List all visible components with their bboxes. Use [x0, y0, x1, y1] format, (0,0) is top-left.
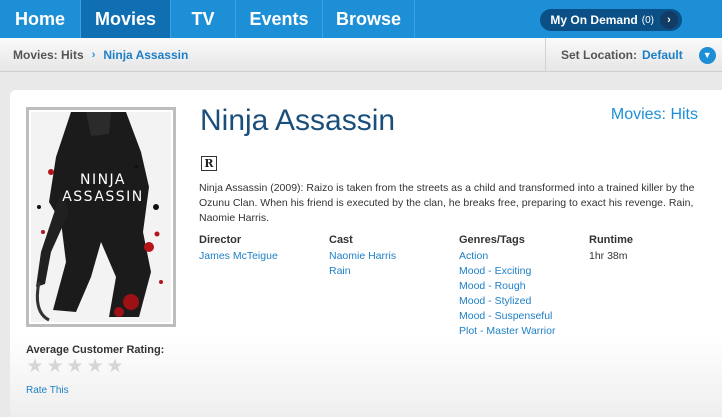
director-header: Director: [199, 234, 242, 246]
genres-header: Genres/Tags: [459, 234, 525, 246]
star-icon[interactable]: ★: [46, 357, 64, 376]
poster-title-line1: NINJA: [80, 172, 126, 188]
tab-home[interactable]: Home: [0, 0, 81, 38]
director-link[interactable]: James McTeigue: [199, 249, 278, 264]
star-rating[interactable]: ★ ★ ★ ★ ★: [26, 357, 124, 376]
cast-column: Cast Naomie Harris Rain: [329, 234, 396, 279]
my-on-demand-count: (0): [641, 14, 654, 26]
set-location-label: Set Location:: [561, 48, 638, 62]
genre-link[interactable]: Action: [459, 249, 555, 264]
movie-poster[interactable]: NINJA ASSASSIN: [31, 112, 171, 322]
tab-tv[interactable]: TV: [171, 0, 236, 38]
cast-header: Cast: [329, 234, 353, 246]
location-value[interactable]: Default: [642, 48, 683, 62]
chevron-right-icon: ›: [660, 11, 678, 29]
tab-browse[interactable]: Browse: [323, 0, 415, 38]
movie-title: Ninja Assassin: [200, 104, 396, 137]
movie-description: Ninja Assassin (2009): Raizo is taken fr…: [199, 182, 695, 224]
set-location[interactable]: Set Location: Default ▼: [545, 38, 716, 72]
movie-detail-card: NINJA ASSASSIN Average Customer Rating: …: [10, 90, 722, 417]
rating-label: Average Customer Rating:: [26, 344, 165, 356]
poster-frame: NINJA ASSASSIN: [26, 107, 176, 327]
poster-title-line2: ASSASSIN: [62, 189, 144, 205]
poster-artwork: NINJA ASSASSIN: [31, 112, 171, 322]
runtime-value: 1hr 38m: [589, 250, 628, 262]
cast-link[interactable]: Rain: [329, 264, 396, 279]
rating-badge: R: [201, 156, 217, 171]
breadcrumb: Movies: Hits › Ninja Assassin Set Locati…: [0, 38, 722, 72]
genre-link[interactable]: Mood - Suspenseful: [459, 309, 555, 324]
genre-link[interactable]: Mood - Rough: [459, 279, 555, 294]
breadcrumb-current: Ninja Assassin: [103, 47, 189, 62]
genre-link[interactable]: Mood - Exciting: [459, 264, 555, 279]
runtime-column: Runtime 1hr 38m: [589, 234, 633, 264]
tab-events[interactable]: Events: [236, 0, 323, 38]
director-column: Director James McTeigue: [199, 234, 278, 264]
genre-link[interactable]: Plot - Master Warrior: [459, 324, 555, 339]
rate-this-link[interactable]: Rate This: [26, 385, 69, 396]
top-navigation: Home Movies TV Events Browse My On Deman…: [0, 0, 722, 38]
star-icon[interactable]: ★: [86, 357, 104, 376]
cast-link[interactable]: Naomie Harris: [329, 249, 396, 264]
tab-movies[interactable]: Movies: [81, 0, 171, 38]
breadcrumb-chevron-icon: ›: [91, 48, 96, 61]
breadcrumb-movies-hits[interactable]: Movies: Hits: [0, 48, 84, 62]
my-on-demand-button[interactable]: My On Demand (0) ›: [540, 9, 682, 31]
star-icon[interactable]: ★: [66, 357, 84, 376]
runtime-header: Runtime: [589, 234, 633, 246]
genre-link[interactable]: Mood - Stylized: [459, 294, 555, 309]
star-icon[interactable]: ★: [106, 357, 124, 376]
genres-column: Genres/Tags Action Mood - Exciting Mood …: [459, 234, 555, 339]
star-icon[interactable]: ★: [26, 357, 44, 376]
chevron-down-icon[interactable]: ▼: [698, 46, 716, 64]
my-on-demand-label: My On Demand: [550, 13, 638, 27]
category-link[interactable]: Movies: Hits: [611, 106, 698, 124]
